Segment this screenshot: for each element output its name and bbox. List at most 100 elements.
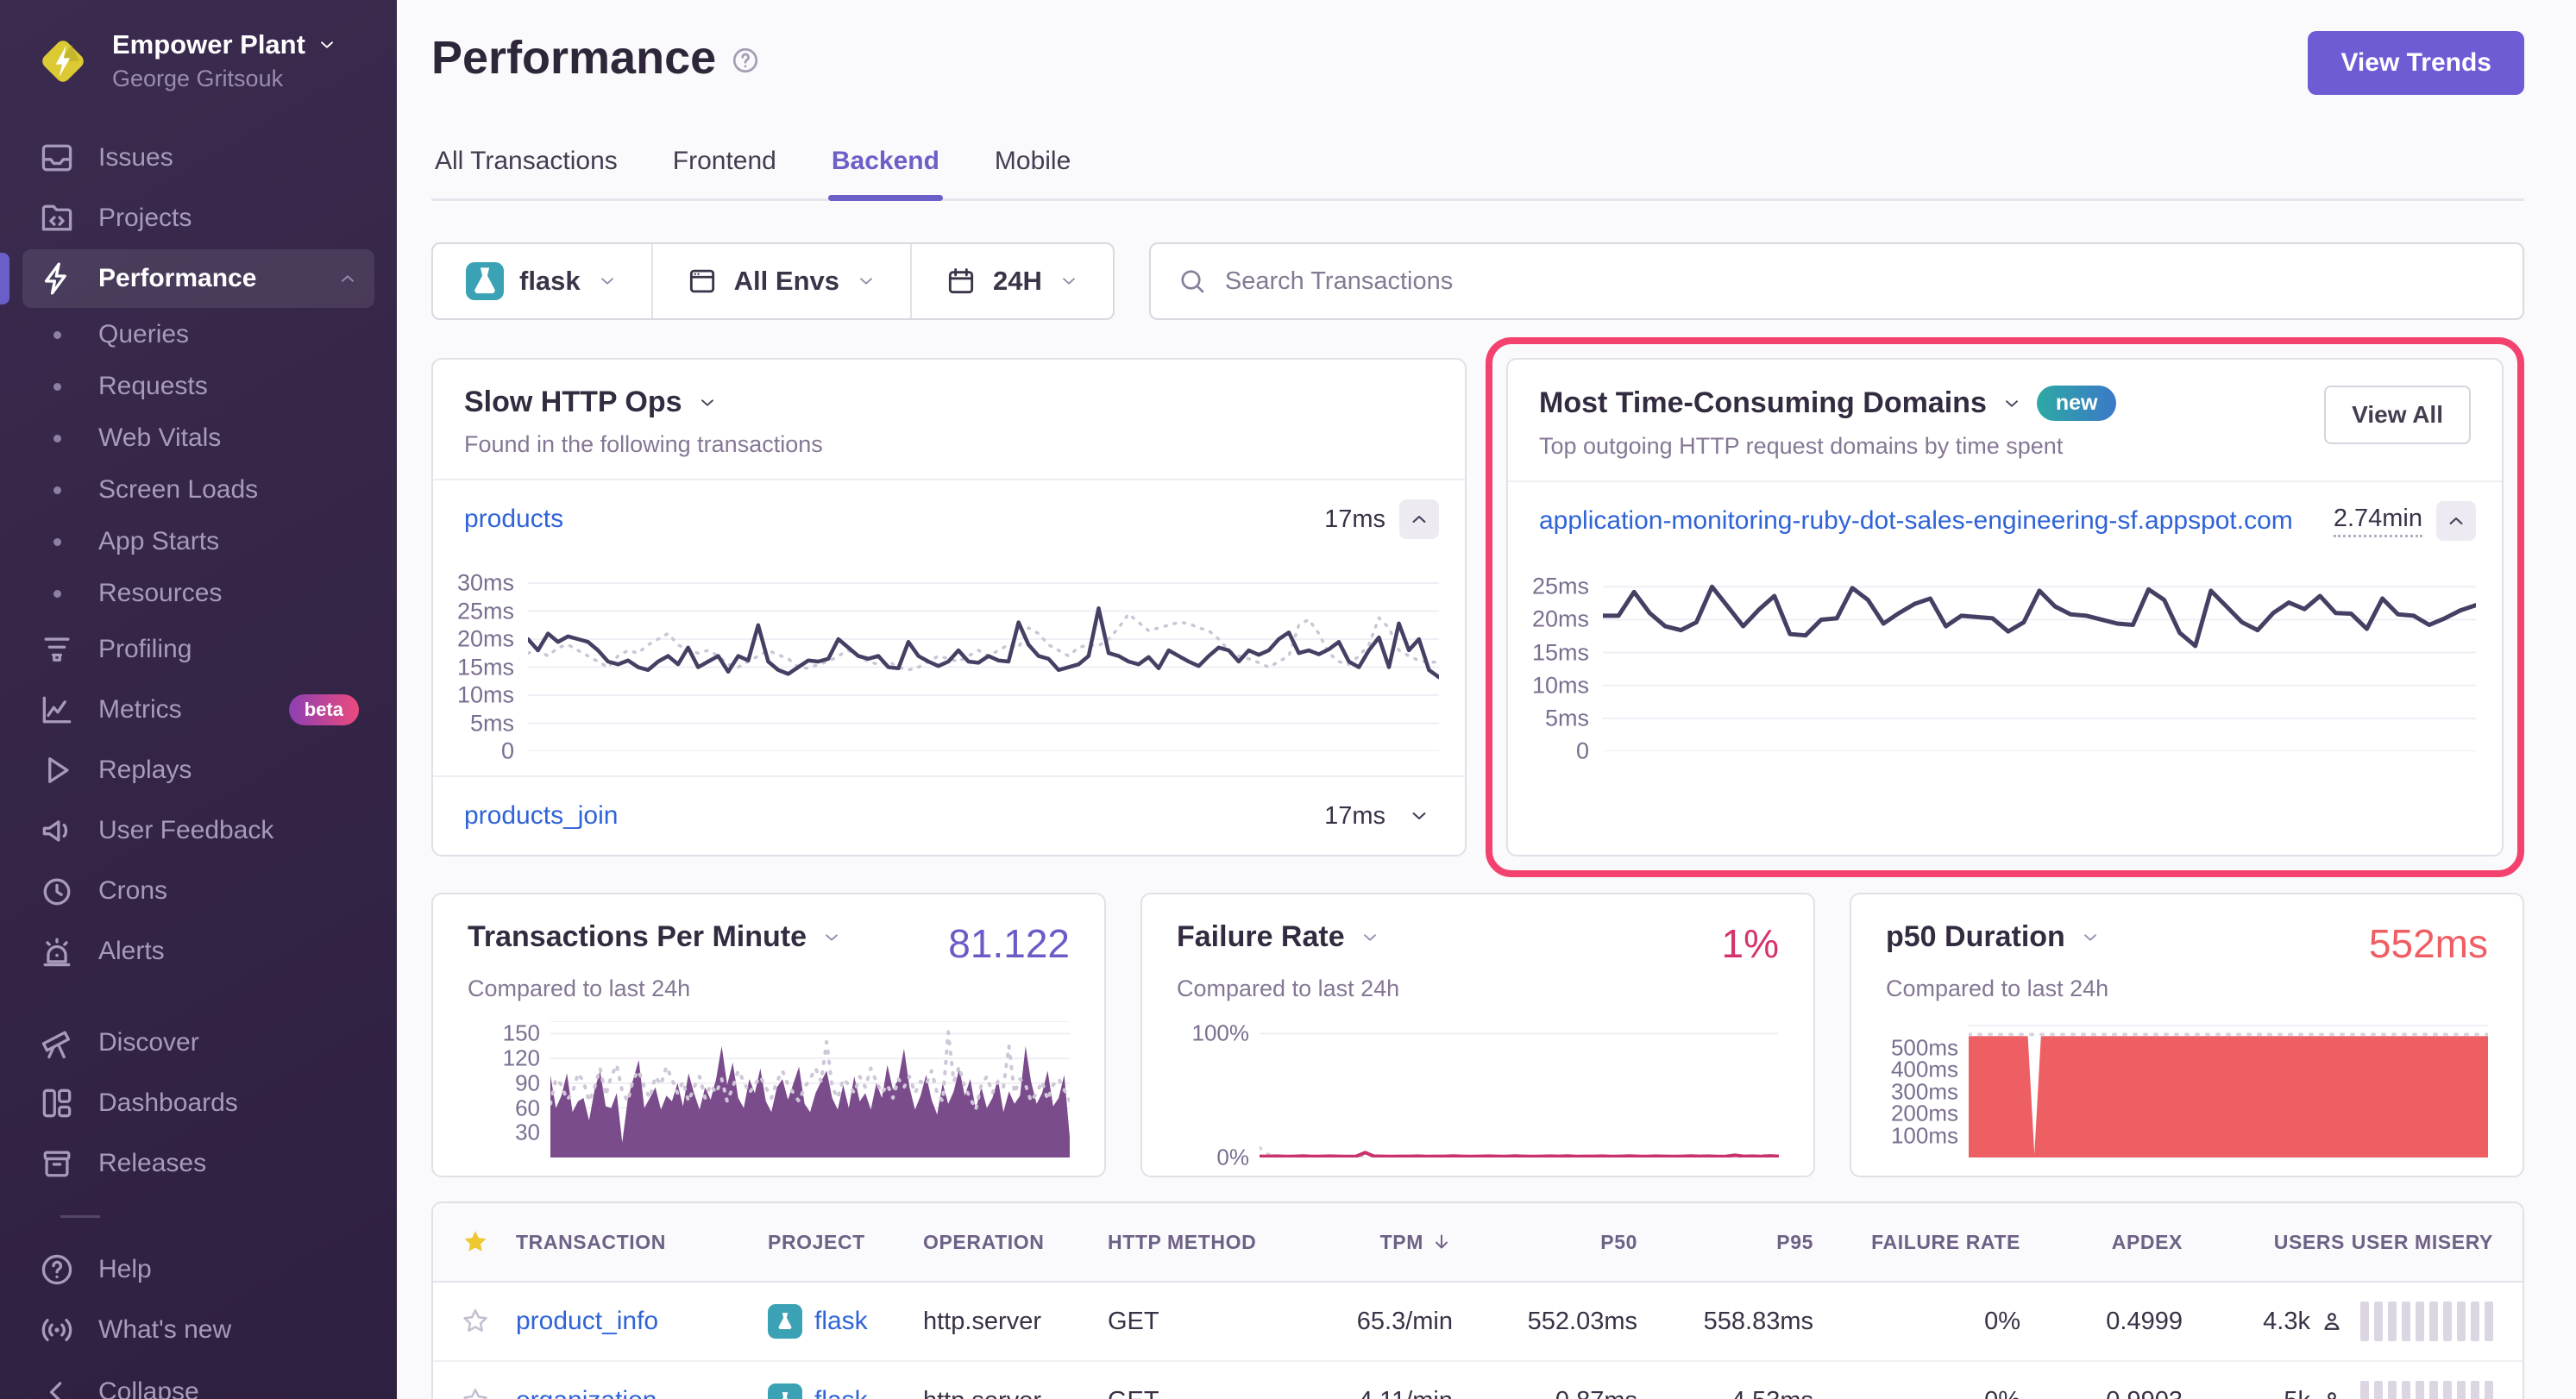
view-trends-button[interactable]: View Trends	[2308, 31, 2524, 95]
chevron-down-icon	[596, 270, 619, 292]
failure-rate-chart: 100%0%	[1177, 1021, 1779, 1157]
sidebar-item-performance[interactable]: Performance	[22, 249, 374, 308]
sidebar-item-profiling[interactable]: Profiling	[22, 620, 374, 679]
col-failure-rate[interactable]: FAILURE RATE	[1813, 1231, 2020, 1254]
sidebar-item-alerts[interactable]: Alerts	[22, 922, 374, 981]
flask-icon	[466, 262, 504, 300]
sidebar-item-web-vitals[interactable]: Web Vitals	[22, 413, 374, 463]
tpm-title[interactable]: Transactions Per Minute	[468, 920, 807, 954]
col-transaction[interactable]: TRANSACTION	[516, 1231, 768, 1254]
tpm-cell: 4.11/min	[1277, 1387, 1453, 1399]
bullet-icon	[53, 435, 61, 442]
table-row[interactable]: product_infoflaskhttp.serverGET65.3/min5…	[433, 1283, 2523, 1362]
star-header-icon[interactable]	[461, 1227, 490, 1257]
slow-http-ops-chart: 30ms25ms20ms15ms10ms5ms0	[433, 558, 1465, 775]
sidebar-item-label: App Starts	[98, 527, 219, 556]
tab-frontend[interactable]: Frontend	[669, 147, 780, 198]
sidebar-item-issues[interactable]: Issues	[22, 129, 374, 187]
page-filter-bar: flask All Envs 24H	[431, 242, 1115, 320]
chevron-down-icon[interactable]	[696, 392, 719, 414]
sidebar-item-label: Issues	[98, 143, 173, 173]
project-link[interactable]: flask	[814, 1386, 868, 1399]
p50-area-chart	[1969, 1021, 2488, 1157]
sidebar-item-releases[interactable]: Releases	[22, 1134, 374, 1193]
search-input[interactable]	[1225, 267, 2497, 296]
sidebar-item-label: Resources	[98, 579, 222, 608]
slow-http-ops-title[interactable]: Slow HTTP Ops	[464, 386, 682, 419]
date-range-filter[interactable]: 24H	[912, 244, 1113, 318]
col-http-method[interactable]: HTTP METHOD	[1108, 1231, 1277, 1254]
chevron-down-icon[interactable]	[2001, 392, 2023, 415]
chevron-down-icon[interactable]	[820, 926, 843, 949]
view-all-button[interactable]: View All	[2324, 386, 2471, 444]
col-user-misery[interactable]: USER MISERY	[2345, 1231, 2493, 1254]
chevron-down-icon	[1407, 804, 1431, 828]
star-row-icon[interactable]	[461, 1307, 490, 1336]
domains-title[interactable]: Most Time-Consuming Domains	[1539, 386, 1987, 420]
sidebar-item-screen-loads[interactable]: Screen Loads	[22, 465, 374, 515]
chevron-down-icon[interactable]	[1359, 926, 1381, 949]
col-project[interactable]: PROJECT	[768, 1231, 923, 1254]
sidebar-item-help[interactable]: Help	[22, 1240, 374, 1299]
sidebar-item-discover[interactable]: Discover	[22, 1013, 374, 1072]
expand-row-button[interactable]	[1399, 796, 1439, 836]
dashboards-icon	[38, 1084, 76, 1122]
empower-plant-logo-icon	[35, 33, 91, 90]
col-apdex[interactable]: APDEX	[2020, 1231, 2183, 1254]
sidebar-item-app-starts[interactable]: App Starts	[22, 517, 374, 567]
sidebar-item-queries[interactable]: Queries	[22, 310, 374, 360]
tab-all-transactions[interactable]: All Transactions	[431, 147, 621, 198]
performance-icon	[38, 260, 76, 298]
flask-project-icon	[768, 1383, 802, 1399]
products-link[interactable]: products	[464, 505, 563, 534]
p50-duration-title[interactable]: p50 Duration	[1886, 920, 2065, 954]
y-tick-label: 10ms	[1532, 672, 1589, 699]
sidebar-item-requests[interactable]: Requests	[22, 361, 374, 411]
col-p50[interactable]: P50	[1453, 1231, 1637, 1254]
y-tick-label: 20ms	[457, 626, 514, 653]
search-transactions-input[interactable]	[1149, 242, 2524, 320]
failure-rate-title[interactable]: Failure Rate	[1177, 920, 1345, 954]
chevron-down-icon[interactable]	[2079, 926, 2102, 949]
sidebar-item-dashboards[interactable]: Dashboards	[22, 1074, 374, 1132]
products-join-link[interactable]: products_join	[464, 801, 618, 831]
domain-link[interactable]: application-monitoring-ruby-dot-sales-en…	[1539, 506, 2293, 536]
col-users[interactable]: USERS	[2183, 1231, 2345, 1254]
p50-duration-chart: 500ms400ms300ms200ms100ms	[1886, 1021, 2488, 1157]
domain-duration[interactable]: 2.74min	[2334, 505, 2422, 537]
sidebar-item-label: Discover	[98, 1028, 199, 1057]
table-row[interactable]: organizationflaskhttp.serverGET4.11/min0…	[433, 1362, 2523, 1399]
environment-filter[interactable]: All Envs	[653, 244, 910, 318]
org-switcher[interactable]: Empower Plant George Gritsouk	[0, 0, 397, 115]
collapse-row-button[interactable]	[2436, 501, 2476, 541]
sidebar-item-replays[interactable]: Replays	[22, 741, 374, 800]
org-name: Empower Plant	[112, 29, 305, 60]
collapse-row-button[interactable]	[1399, 499, 1439, 539]
sidebar-item-resources[interactable]: Resources	[22, 568, 374, 618]
sidebar-item-metrics[interactable]: Metricsbeta	[22, 681, 374, 739]
transactions-table: TRANSACTION PROJECT OPERATION HTTP METHO…	[431, 1201, 2524, 1399]
y-axis: 150120906030	[468, 1021, 550, 1157]
sidebar-item-user-feedback[interactable]: User Feedback	[22, 801, 374, 860]
col-p95[interactable]: P95	[1637, 1231, 1813, 1254]
transaction-link[interactable]: product_info	[516, 1307, 768, 1336]
tpm-area-chart	[550, 1021, 1070, 1157]
transaction-link[interactable]: organization	[516, 1386, 768, 1399]
help-icon[interactable]	[730, 45, 761, 76]
star-row-icon[interactable]	[461, 1386, 490, 1399]
sidebar-item-what-s-new[interactable]: What's new	[22, 1301, 374, 1359]
project-link[interactable]: flask	[814, 1307, 868, 1336]
sidebar-collapse-button[interactable]: Collapse	[22, 1363, 374, 1399]
y-tick-label: 15ms	[1532, 639, 1589, 666]
tab-backend[interactable]: Backend	[828, 147, 943, 198]
sidebar-item-crons[interactable]: Crons	[22, 862, 374, 920]
col-tpm[interactable]: TPM	[1277, 1231, 1453, 1254]
tab-mobile[interactable]: Mobile	[991, 147, 1074, 198]
y-tick-label: 120	[503, 1045, 540, 1072]
y-tick-label: 25ms	[457, 598, 514, 624]
user-feedback-icon	[38, 812, 76, 850]
y-tick-label: 150	[503, 1020, 540, 1047]
sidebar-item-projects[interactable]: Projects	[22, 189, 374, 248]
project-filter[interactable]: flask	[433, 244, 651, 318]
col-operation[interactable]: OPERATION	[923, 1231, 1108, 1254]
